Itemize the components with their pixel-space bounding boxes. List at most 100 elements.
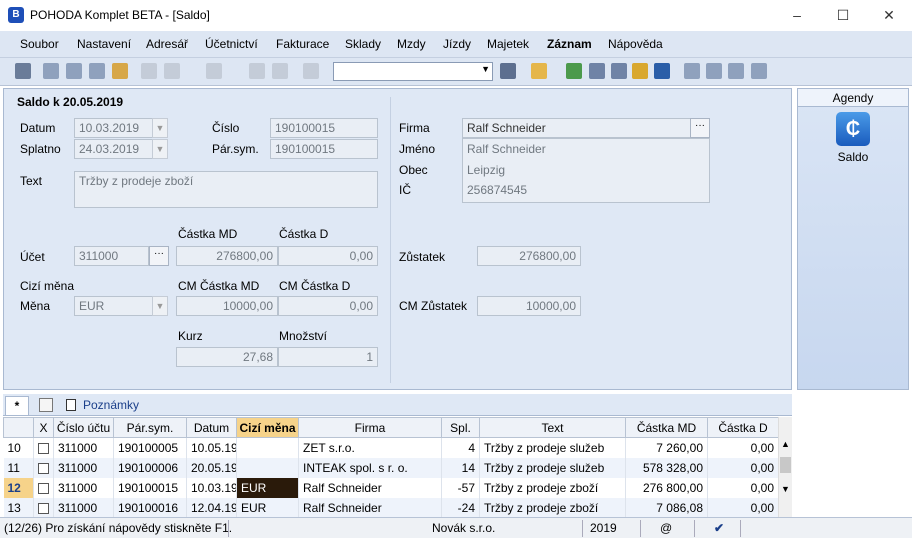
new-record-icon[interactable] [141,63,157,79]
castka-md-field[interactable]: 276800,00 [176,246,278,266]
cell: 10.05.19 [186,437,237,458]
text-field[interactable]: Tržby z prodeje zboží [74,171,378,208]
open-icon[interactable] [43,63,59,79]
mena-field[interactable]: EUR [74,296,153,316]
castka-d-field[interactable]: 0,00 [278,246,378,266]
money-icon[interactable] [566,63,582,79]
checkmark-icon: ✔ [714,521,725,535]
chevron-down-icon[interactable]: ▼ [152,118,168,138]
datum-field[interactable]: 10.03.2019 [74,118,153,138]
tab-poznamky[interactable]: Poznámky [83,398,139,412]
firma-field[interactable]: Ralf Schneider [462,118,691,138]
col-header[interactable]: X [33,417,54,438]
cell: 190100006 [113,457,187,478]
ic-label: IČ [399,183,411,197]
menu-jizdy[interactable]: Jízdy [443,37,471,51]
menu-ucetnictvi[interactable]: Účetnictví [205,37,258,51]
filter-icon[interactable] [500,63,516,79]
cislo-field[interactable]: 190100015 [270,118,378,138]
zustatek-field[interactable]: 276800,00 [477,246,581,266]
col-header[interactable]: Pár.sym. [113,417,187,438]
cell: 0,00 [707,477,779,498]
menu-majetek[interactable]: Majetek [487,37,529,51]
coins-icon[interactable] [632,63,648,79]
splatno-label: Splatno [20,142,61,156]
col-header[interactable]: Spl. [441,417,480,438]
chevron-down-icon[interactable]: ▼ [152,139,168,159]
menu-adresar[interactable]: Adresář [146,37,188,51]
chevron-up-icon[interactable]: ▲ [781,439,790,449]
saldo-icon[interactable]: ₵ [836,112,870,146]
help-icon[interactable] [751,63,767,79]
col-header[interactable] [3,417,34,438]
col-header[interactable]: Datum [186,417,237,438]
table-row[interactable]: 10 311000 190100005 10.05.19 ZET s.r.o. … [3,437,779,458]
mnozstvi-field[interactable]: 1 [278,347,378,367]
cell: Tržby z prodeje zboží [479,497,626,518]
scroll-thumb[interactable] [780,457,791,473]
firma-browse-button[interactable]: ··· [690,118,710,138]
table-header: X Číslo účtu Pár.sym. Datum Cizí měna Fi… [3,417,779,438]
col-header[interactable]: Částka D [707,417,779,438]
col-header[interactable]: Číslo účtu [53,417,114,438]
datum-label: Datum [20,121,56,135]
save-all-icon[interactable] [272,63,288,79]
folder-icon[interactable] [531,63,547,79]
menu-fakturace[interactable]: Fakturace [276,37,329,51]
menu-zaznam[interactable]: Záznam [547,37,592,51]
menu-sklady[interactable]: Sklady [345,37,381,51]
row-check[interactable] [33,477,54,498]
col-header[interactable]: Částka MD [625,417,708,438]
saldo-label[interactable]: Saldo [798,150,908,164]
splatno-field[interactable]: 24.03.2019 [74,139,153,159]
col-header[interactable]: Firma [298,417,442,438]
ucet-field[interactable]: 311000 [74,246,149,266]
cell: Tržby z prodeje služeb [479,457,626,478]
parsym-field[interactable]: 190100015 [270,139,378,159]
menu-mzdy[interactable]: Mzdy [397,37,426,51]
cm-castka-d-field[interactable]: 0,00 [278,296,378,316]
table-row[interactable]: 13 311000 190100016 12.04.19 EUR Ralf Sc… [3,497,779,518]
row-check[interactable] [33,457,54,478]
preview-icon[interactable] [89,63,105,79]
row-check[interactable] [33,437,54,458]
exit-icon[interactable] [15,63,31,79]
menu-napoveda[interactable]: Nápověda [608,37,663,51]
kurz-field[interactable]: 27,68 [176,347,278,367]
table-row-selected[interactable]: 12 311000 190100015 10.03.19 EUR Ralf Sc… [3,477,779,498]
menu-soubor[interactable]: Soubor [20,37,59,51]
cell: 190100005 [113,437,187,458]
calendar-icon[interactable] [611,63,627,79]
save-icon[interactable] [249,63,265,79]
maximize-button[interactable]: ☐ [820,0,866,31]
list-icon[interactable] [706,63,722,79]
copy-icon[interactable] [303,63,319,79]
minimize-button[interactable]: – [774,0,820,31]
castka-md-label: Částka MD [178,227,238,241]
filter-icon[interactable] [39,398,53,412]
iban-icon[interactable] [654,63,670,79]
edit-icon[interactable] [164,63,180,79]
chevron-down-icon[interactable]: ▼ [781,484,790,494]
note-icon[interactable] [684,63,700,79]
cm-castka-md-field[interactable]: 10000,00 [176,296,278,316]
col-header-sorted[interactable]: Cizí měna [236,417,299,438]
window-icon[interactable] [728,63,744,79]
col-header[interactable]: Text [479,417,626,438]
cell: INTEAK spol. s r. o. [298,457,442,478]
table-row[interactable]: 11 311000 190100006 20.05.19 INTEAK spol… [3,457,779,478]
close-button[interactable]: ✕ [866,0,912,31]
search-combo[interactable]: ▼ [333,62,493,81]
back-icon[interactable] [206,63,222,79]
grid-scrollbar[interactable]: ▲ ▼ [778,417,792,517]
ucet-browse-button[interactable]: ··· [149,246,169,266]
cm-zustatek-field[interactable]: 10000,00 [477,296,581,316]
menu-nastaveni[interactable]: Nastavení [77,37,131,51]
row-check[interactable] [33,497,54,518]
calculator-icon[interactable] [589,63,605,79]
cell-focused[interactable]: EUR [236,477,299,498]
report-icon[interactable] [112,63,128,79]
chevron-down-icon[interactable]: ▼ [152,296,168,316]
print-icon[interactable] [66,63,82,79]
tab-main[interactable]: * [5,396,29,415]
